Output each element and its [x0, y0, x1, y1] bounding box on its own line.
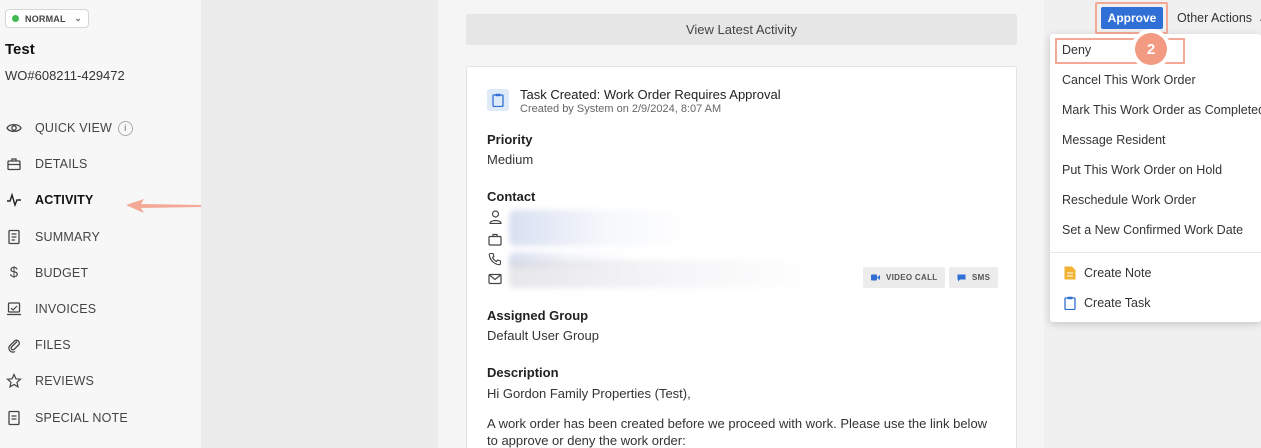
mail-icon	[487, 271, 503, 287]
contact-email-row	[487, 271, 503, 287]
sidebar-item-label: DETAILS	[35, 157, 88, 172]
sidebar-item-label: QUICK VIEW	[35, 121, 113, 136]
star-icon	[5, 372, 23, 390]
sidebar-item-label: INVOICES	[35, 302, 97, 317]
status-dropdown[interactable]: NORMAL ⌄	[5, 9, 89, 28]
chat-bubble-icon	[957, 274, 966, 282]
user-icon	[487, 209, 503, 225]
menu-item-create-note[interactable]: Create Note	[1084, 266, 1151, 280]
step-badge: 2	[1131, 29, 1171, 69]
approve-button[interactable]: Approve	[1101, 7, 1163, 29]
sidebar-nav: QUICK VIEW i DETAILS ACTIVITY SUMMARY $ …	[0, 110, 201, 436]
status-dot	[12, 15, 19, 22]
sidebar-item-label: ACTIVITY	[35, 193, 94, 208]
activity-card: Task Created: Work Order Requires Approv…	[466, 66, 1017, 448]
sidebar-item-files[interactable]: FILES	[0, 327, 201, 363]
sidebar: NORMAL ⌄ Test WO#608211-429472 QUICK VIE…	[0, 0, 266, 448]
menu-item-message-resident[interactable]: Message Resident	[1062, 133, 1166, 147]
dollar-icon: $	[9, 264, 19, 282]
menu-item-put-on-hold[interactable]: Put This Work Order on Hold	[1062, 163, 1222, 177]
sidebar-item-summary[interactable]: SUMMARY	[0, 219, 201, 255]
sidebar-item-quick-view[interactable]: QUICK VIEW i	[0, 110, 201, 146]
menu-item-set-confirmed-date[interactable]: Set a New Confirmed Work Date	[1062, 223, 1243, 237]
contact-label: Contact	[487, 189, 536, 204]
contact-person-row	[487, 209, 503, 225]
info-icon[interactable]: i	[118, 120, 134, 136]
document-icon	[5, 228, 23, 246]
clipboard-icon	[1064, 296, 1076, 310]
menu-item-cancel-work-order[interactable]: Cancel This Work Order	[1062, 73, 1196, 87]
sidebar-item-special-note[interactable]: SPECIAL NOTE	[0, 400, 201, 436]
phone-icon	[487, 251, 503, 267]
sidebar-item-label: SUMMARY	[35, 229, 101, 244]
sidebar-item-reviews[interactable]: REVIEWS	[0, 363, 201, 399]
work-order-number: WO#608211-429472	[5, 68, 125, 83]
clipboard-icon	[487, 89, 509, 111]
note-icon	[1064, 266, 1076, 280]
spacer-left	[201, 0, 438, 448]
eye-icon	[5, 119, 23, 137]
sidebar-item-label: BUDGET	[35, 265, 89, 280]
activity-pulse-icon	[5, 191, 23, 209]
step-number: 2	[1135, 33, 1167, 65]
assigned-group-value: Default User Group	[487, 328, 599, 343]
sidebar-item-label: SPECIAL NOTE	[35, 410, 128, 425]
note-icon	[5, 409, 23, 427]
priority-value: Medium	[487, 152, 534, 167]
description-greeting: Hi Gordon Family Properties (Test),	[487, 386, 691, 401]
briefcase-icon	[5, 155, 23, 173]
sidebar-item-budget[interactable]: $ BUDGET	[0, 255, 201, 291]
sidebar-item-label: FILES	[35, 338, 71, 353]
menu-item-reschedule[interactable]: Reschedule Work Order	[1062, 193, 1196, 207]
view-latest-activity-button[interactable]: View Latest Activity	[466, 14, 1017, 45]
video-camera-icon	[871, 274, 880, 281]
menu-item-create-task[interactable]: Create Task	[1084, 296, 1150, 310]
assigned-group-label: Assigned Group	[487, 308, 589, 323]
redacted-email	[509, 260, 819, 288]
task-title: Task Created: Work Order Requires Approv…	[520, 87, 781, 102]
priority-label: Priority	[487, 132, 533, 147]
status-label: NORMAL	[25, 13, 66, 24]
contact-phone-row	[487, 251, 503, 267]
description-body: A work order has been created before we …	[487, 416, 988, 448]
video-call-button[interactable]: VIDEO CALL	[863, 267, 946, 288]
video-call-label: VIDEO CALL	[886, 273, 938, 282]
description-label: Description	[487, 365, 559, 380]
task-header: Task Created: Work Order Requires Approv…	[487, 87, 781, 115]
contact-company-row	[487, 231, 503, 247]
other-actions-menu: Deny Cancel This Work Order Mark This Wo…	[1050, 34, 1261, 322]
sms-button[interactable]: SMS	[949, 267, 999, 288]
sidebar-item-label: REVIEWS	[35, 374, 95, 389]
menu-divider	[1050, 252, 1261, 253]
redacted-contact-info	[509, 210, 694, 246]
other-actions-button[interactable]: Other Actions ˄	[1177, 11, 1261, 25]
sidebar-item-details[interactable]: DETAILS	[0, 146, 201, 182]
chevron-down-icon: ⌄	[74, 13, 82, 23]
paperclip-icon	[5, 336, 23, 354]
other-actions-label: Other Actions	[1177, 11, 1253, 25]
sms-label: SMS	[972, 273, 991, 282]
menu-item-mark-completed[interactable]: Mark This Work Order as Completed	[1062, 103, 1261, 117]
task-subtitle: Created by System on 2/9/2024, 8:07 AM	[520, 103, 722, 115]
activity-panel: View Latest Activity Task Created: Work …	[438, 0, 1044, 448]
menu-item-deny[interactable]: Deny	[1062, 43, 1091, 57]
sidebar-item-invoices[interactable]: INVOICES	[0, 291, 201, 327]
briefcase-icon	[487, 231, 503, 247]
invoice-icon	[5, 300, 23, 318]
work-order-title: Test	[5, 41, 35, 58]
